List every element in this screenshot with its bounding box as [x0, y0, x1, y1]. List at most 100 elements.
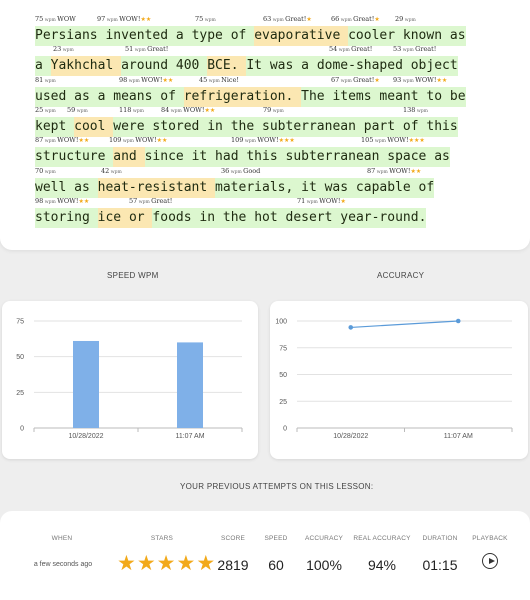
attempts-title: YOUR PREVIOUS ATTEMPTS ON THIS LESSON: [180, 482, 374, 491]
note-unit: wpm [121, 139, 136, 145]
note-label: WOW [57, 15, 76, 23]
col-accuracy: ACCURACY [300, 535, 348, 542]
note-stars-icon: ★★ [78, 137, 90, 145]
x-tick-label: 10/28/2022 [68, 433, 103, 440]
x-tick-label: 11:07 AM [444, 433, 473, 440]
note-wpm: 138 [403, 105, 416, 114]
note-unit: wpm [373, 139, 388, 145]
passage-word: ice [97, 207, 129, 228]
word-speed-note: 118 wpm [119, 106, 144, 114]
col-score: SCORE [216, 535, 250, 542]
note-label: Great! [147, 45, 169, 54]
attempt-speed: 60 [268, 557, 284, 573]
passage-word: as [434, 147, 450, 168]
note-unit: wpm [207, 78, 222, 84]
note-stars-icon: ★ [306, 16, 312, 23]
accuracy-line [350, 320, 459, 329]
passage-word: dome-shaped [316, 56, 411, 77]
note-stars-icon: ★★ [156, 137, 168, 145]
col-playback: PLAYBACK [468, 535, 512, 542]
play-circle-icon[interactable] [482, 553, 498, 569]
note-unit: wpm [127, 78, 142, 84]
note-label: WOW! [183, 105, 205, 114]
note-unit: wpm [243, 139, 258, 145]
passage-word: known [402, 26, 450, 46]
star-icon: ★ [196, 552, 216, 575]
word-speed-note: 75 wpm [195, 15, 216, 23]
word-speed-note: 98 wpm WOW!★★ [35, 197, 89, 205]
star-icon: ★ [156, 552, 176, 575]
header-real-accuracy: REAL ACCURACY [353, 535, 411, 542]
speed-bar [177, 342, 203, 428]
note-label: Great! [285, 15, 307, 23]
note-unit: wpm [271, 18, 286, 23]
word-speed-note: 84 wpm WOW!★★ [161, 106, 215, 114]
passage-word: foods [152, 207, 200, 228]
note-wpm: 109 [109, 136, 122, 145]
passage-word: a [97, 86, 114, 107]
note-unit: wpm [43, 78, 56, 84]
y-tick-label: 0 [283, 426, 287, 433]
note-unit: wpm [339, 78, 354, 84]
passage-words: Persians invented a type of evaporative … [35, 26, 466, 46]
note-unit: wpm [133, 48, 148, 54]
note-unit: wpm [43, 139, 58, 145]
passage-word: Persians [35, 26, 106, 46]
passage-word: Yakhchal [50, 56, 122, 77]
passage-word: object [410, 56, 458, 77]
word-speed-note: 138 wpm [403, 106, 428, 114]
passage-word: a [301, 56, 317, 77]
accuracy-point [455, 318, 461, 324]
word-speed-note: 105 wpm WOW!★★★ [361, 136, 425, 144]
col-real-accuracy: REAL ACCURACY [352, 535, 412, 542]
note-label: WOW! [415, 75, 437, 84]
passage-word: kept [35, 116, 75, 137]
note-stars-icon: ★★★ [408, 137, 425, 145]
note-unit: wpm [75, 108, 88, 114]
note-stars-icon: ★★ [78, 197, 90, 205]
word-speed-note: 81 wpm [35, 76, 56, 84]
word-speed-note: 36 wpm Good [221, 167, 260, 175]
note-unit: wpm [305, 199, 320, 205]
passage-word: means [113, 86, 161, 107]
word-speed-note: 23 wpm [53, 45, 74, 53]
note-unit: wpm [43, 108, 56, 114]
note-unit: wpm [109, 169, 122, 175]
y-tick-label: 25 [16, 390, 24, 397]
accuracy-chart-title: ACCURACY [377, 271, 425, 280]
passage-word: it [191, 147, 216, 168]
passage-word: used [35, 86, 75, 107]
passage-word: to [426, 86, 450, 107]
word-speed-note: 53 wpm Great! [393, 45, 436, 53]
passage-word: items [332, 86, 380, 107]
note-wpm: 109 [231, 136, 244, 145]
y-tick-label: 0 [20, 426, 24, 433]
word-speed-note: 42 wpm [101, 167, 122, 175]
accuracy-chart-card: 0 25 50 75 100 10/28/2022 11:07 AM [270, 301, 528, 459]
header-when: WHEN [51, 535, 73, 542]
passage-word: stored [152, 116, 208, 137]
x-tick-label: 11:07 AM [175, 433, 204, 440]
speed-chart-card: 0 25 50 75 10/28/2022 11:07 AM [2, 301, 258, 459]
note-label: WOW! [57, 196, 79, 205]
speed-chart-title: SPEED WPM [107, 271, 159, 280]
note-unit: wpm [43, 18, 58, 23]
note-unit: wpm [43, 199, 58, 205]
note-unit: wpm [131, 108, 144, 114]
note-stars-icon: ★ [374, 16, 380, 23]
passage-word: materials, [215, 177, 302, 198]
note-label: Great! [353, 75, 375, 84]
passage-word: space [387, 147, 435, 168]
passage-word: heat-resistant [97, 177, 216, 198]
word-speed-note: 109 wpm WOW!★★ [109, 136, 167, 144]
passage-word: The [301, 86, 333, 107]
note-stars-icon: ★★ [204, 106, 216, 114]
passage-word: were [113, 116, 153, 137]
passage-word: year-round. [340, 207, 427, 228]
passage-word: structure [35, 147, 114, 168]
header-score: SCORE [220, 535, 246, 542]
note-wpm: 118 [119, 105, 132, 114]
y-tick-label: 25 [279, 399, 287, 406]
note-label: Great! [415, 45, 437, 54]
passage-word: be [449, 86, 466, 107]
